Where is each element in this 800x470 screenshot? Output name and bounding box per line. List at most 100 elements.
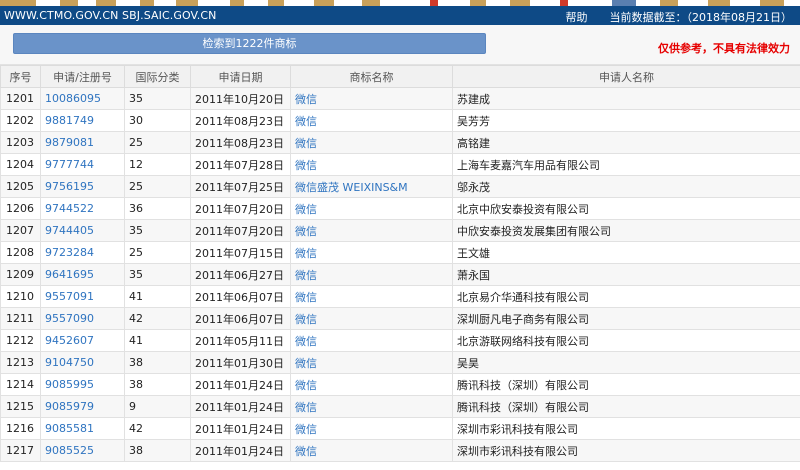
cell-class: 9: [124, 395, 191, 418]
cell-applicant: 王文雄: [452, 241, 800, 264]
help-link[interactable]: 帮助: [566, 9, 588, 25]
cell-reg-number-link[interactable]: 9723284: [40, 241, 125, 264]
cell-reg-number-link[interactable]: 9085525: [40, 439, 125, 462]
cell-reg-number-link[interactable]: 9744405: [40, 219, 125, 242]
cell-reg-number-link[interactable]: 9452607: [40, 329, 125, 352]
cell-date: 2011年08月23日: [190, 109, 291, 132]
cell-applicant: 深圳市彩讯科技有限公司: [452, 439, 800, 462]
cell-mark-name-link[interactable]: 微信: [290, 351, 453, 374]
cell-seq: 1217: [0, 439, 41, 462]
cell-reg-number-link[interactable]: 9085995: [40, 373, 125, 396]
table-row: 1216 9085581 42 2011年01月24日 微信 深圳市彩讯科技有限公司: [0, 417, 800, 440]
cell-mark-name-link[interactable]: 微信: [290, 373, 453, 396]
cell-seq: 1210: [0, 285, 41, 308]
table-row: 1206 9744522 36 2011年07月20日 微信 北京中欣安泰投资有限公司: [0, 197, 800, 220]
cell-class: 35: [124, 263, 191, 286]
site-domain-label: WWW.CTMO.GOV.CN SBJ.SAIC.GOV.CN: [4, 9, 217, 22]
cell-seq: 1212: [0, 329, 41, 352]
data-date-label: 当前数据截至：（2018年08月21日）: [609, 11, 793, 24]
cell-mark-name-link[interactable]: 微信: [290, 153, 453, 176]
table-row: 1203 9879081 25 2011年08月23日 微信 高铭建: [0, 131, 800, 154]
cell-mark-name-link[interactable]: 微信: [290, 417, 453, 440]
cell-class: 42: [124, 417, 191, 440]
cell-class: 36: [124, 197, 191, 220]
cell-mark-name-link[interactable]: 微信: [290, 109, 453, 132]
cell-class: 38: [124, 439, 191, 462]
cell-applicant: 北京易介华通科技有限公司: [452, 285, 800, 308]
cell-applicant: 腾讯科技（深圳）有限公司: [452, 373, 800, 396]
cell-reg-number-link[interactable]: 9879081: [40, 131, 125, 154]
header-right-group: 帮助 当前数据截至：（2018年08月21日）: [566, 9, 793, 25]
cell-seq: 1207: [0, 219, 41, 242]
cell-mark-name-link[interactable]: 微信: [290, 219, 453, 242]
table-row: 1211 9557090 42 2011年06月07日 微信 深圳厨凡电子商务有限公司: [0, 307, 800, 330]
cell-mark-name-link[interactable]: 微信: [290, 307, 453, 330]
table-row: 1202 9881749 30 2011年08月23日 微信 吴芳芳: [0, 109, 800, 132]
column-header-applicant: 申请人名称: [452, 65, 800, 88]
cell-date: 2011年06月07日: [190, 285, 291, 308]
table-row: 1204 9777744 12 2011年07月28日 微信 上海车麦嘉汽车用品有限公司: [0, 153, 800, 176]
column-header-date: 申请日期: [190, 65, 291, 88]
cell-reg-number-link[interactable]: 9777744: [40, 153, 125, 176]
column-header-seq: 序号: [0, 65, 41, 88]
cell-mark-name-link[interactable]: 微信: [290, 87, 453, 110]
cell-class: 12: [124, 153, 191, 176]
cell-applicant: 苏建成: [452, 87, 800, 110]
cell-mark-name-link[interactable]: 微信: [290, 329, 453, 352]
cell-mark-name-link[interactable]: 微信: [290, 439, 453, 462]
cell-reg-number-link[interactable]: 9085979: [40, 395, 125, 418]
cell-applicant: 上海车麦嘉汽车用品有限公司: [452, 153, 800, 176]
cell-applicant: 深圳厨凡电子商务有限公司: [452, 307, 800, 330]
cell-date: 2011年01月24日: [190, 439, 291, 462]
result-banner: 检索到1222件商标 仅供参考，不具有法律效力: [0, 25, 800, 65]
table-row: 1210 9557091 41 2011年06月07日 微信 北京易介华通科技有限公司: [0, 285, 800, 308]
cell-class: 41: [124, 285, 191, 308]
cell-date: 2011年06月27日: [190, 263, 291, 286]
cell-seq: 1202: [0, 109, 41, 132]
table-header-row: 序号 申请/注册号 国际分类 申请日期 商标名称 申请人名称: [0, 65, 800, 88]
cell-date: 2011年06月07日: [190, 307, 291, 330]
cell-reg-number-link[interactable]: 9104750: [40, 351, 125, 374]
cell-reg-number-link[interactable]: 9641695: [40, 263, 125, 286]
cell-seq: 1204: [0, 153, 41, 176]
cell-date: 2011年05月11日: [190, 329, 291, 352]
cell-mark-name-link[interactable]: 微信: [290, 241, 453, 264]
cell-reg-number-link[interactable]: 9881749: [40, 109, 125, 132]
cell-class: 30: [124, 109, 191, 132]
cell-date: 2011年01月24日: [190, 373, 291, 396]
cell-date: 2011年10月20日: [190, 87, 291, 110]
cell-mark-name-link[interactable]: 微信: [290, 285, 453, 308]
cell-reg-number-link[interactable]: 9085581: [40, 417, 125, 440]
cell-reg-number-link[interactable]: 9744522: [40, 197, 125, 220]
cell-seq: 1201: [0, 87, 41, 110]
cell-class: 41: [124, 329, 191, 352]
cell-applicant: 深圳市彩讯科技有限公司: [452, 417, 800, 440]
cell-class: 25: [124, 175, 191, 198]
cell-class: 35: [124, 87, 191, 110]
cell-seq: 1214: [0, 373, 41, 396]
table-row: 1207 9744405 35 2011年07月20日 微信 中欣安泰投资发展集团有限公司: [0, 219, 800, 242]
cell-class: 38: [124, 351, 191, 374]
column-header-reg-number: 申请/注册号: [40, 65, 125, 88]
cell-applicant: 高铭建: [452, 131, 800, 154]
cell-applicant: 萧永国: [452, 263, 800, 286]
cell-date: 2011年08月23日: [190, 131, 291, 154]
result-count-button[interactable]: 检索到1222件商标: [13, 33, 486, 54]
cell-mark-name-link[interactable]: 微信盛茂 WEIXINS&M: [290, 175, 453, 198]
cell-mark-name-link[interactable]: 微信: [290, 263, 453, 286]
cell-date: 2011年07月20日: [190, 219, 291, 242]
cell-applicant: 中欣安泰投资发展集团有限公司: [452, 219, 800, 242]
cell-reg-number-link[interactable]: 9557090: [40, 307, 125, 330]
cell-reg-number-link[interactable]: 10086095: [40, 87, 125, 110]
cell-reg-number-link[interactable]: 9756195: [40, 175, 125, 198]
cell-reg-number-link[interactable]: 9557091: [40, 285, 125, 308]
table-row: 1217 9085525 38 2011年01月24日 微信 深圳市彩讯科技有限公司: [0, 439, 800, 462]
cell-seq: 1206: [0, 197, 41, 220]
cell-mark-name-link[interactable]: 微信: [290, 395, 453, 418]
cell-class: 38: [124, 373, 191, 396]
cell-mark-name-link[interactable]: 微信: [290, 197, 453, 220]
cell-mark-name-link[interactable]: 微信: [290, 131, 453, 154]
top-header-bar: WWW.CTMO.GOV.CN SBJ.SAIC.GOV.CN 帮助 当前数据截…: [0, 6, 800, 25]
cell-date: 2011年07月15日: [190, 241, 291, 264]
cell-date: 2011年01月30日: [190, 351, 291, 374]
